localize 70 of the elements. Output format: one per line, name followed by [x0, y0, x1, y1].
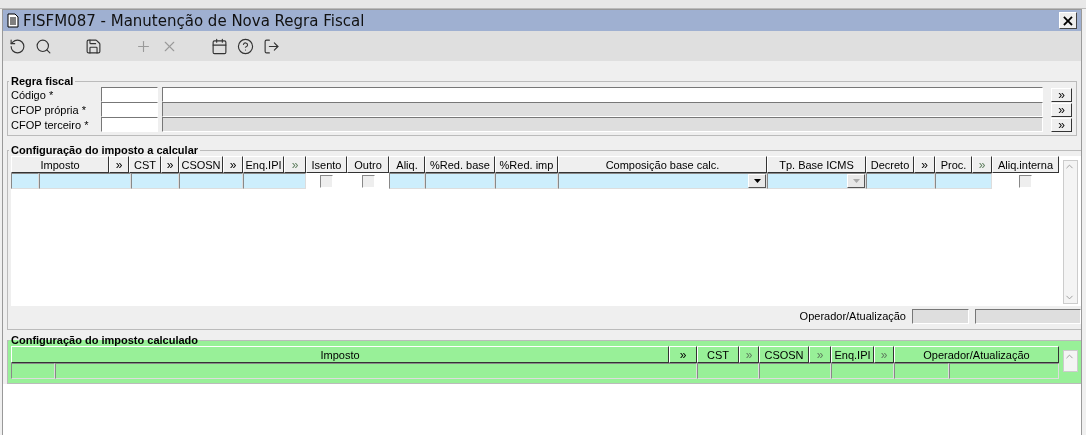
dropdown-field[interactable]	[767, 173, 866, 189]
section-title: Configuração do imposto calculado	[10, 334, 200, 346]
table-cell[interactable]	[697, 363, 759, 379]
column-header[interactable]: Enq.IPI	[831, 346, 874, 363]
column-header[interactable]: Composição base calc.	[558, 156, 767, 173]
lookup-button[interactable]: »	[669, 346, 697, 363]
table-cell[interactable]	[55, 363, 697, 379]
table-cell[interactable]	[131, 173, 179, 189]
lookup-button[interactable]: »	[223, 156, 243, 173]
column-header[interactable]: Aliq.	[389, 156, 425, 173]
table-cell[interactable]	[39, 173, 131, 189]
column-header[interactable]: Operador/Atualização	[894, 346, 1059, 363]
code-field[interactable]	[101, 102, 158, 117]
undo-icon[interactable]	[7, 36, 27, 56]
column-header[interactable]: CST	[697, 346, 739, 363]
window-title: FISFM087 - Manutenção de Nova Regra Fiscal	[23, 11, 366, 30]
column-header[interactable]: Decreto	[866, 156, 914, 173]
table-cell[interactable]	[11, 363, 55, 379]
document-icon	[7, 13, 19, 28]
close-button[interactable]: ×	[1059, 12, 1077, 29]
section-title: Regra fiscal	[10, 75, 75, 87]
scrollbar[interactable]	[1063, 350, 1078, 372]
table-cell[interactable]	[949, 363, 1059, 379]
table-cell[interactable]	[11, 173, 39, 189]
column-header[interactable]: CSOSN	[759, 346, 809, 363]
table-cell[interactable]	[894, 363, 949, 379]
field-label: CFOP terceiro *	[11, 118, 90, 131]
input-field[interactable]	[912, 308, 969, 324]
column-header[interactable]: Proc.	[935, 156, 972, 173]
scrollbar[interactable]	[1063, 160, 1078, 304]
column-header[interactable]: %Red. base	[425, 156, 495, 173]
dropdown-field[interactable]	[558, 173, 767, 189]
table-cell[interactable]	[935, 173, 992, 189]
field-label: Código *	[11, 88, 55, 101]
checkbox[interactable]	[361, 174, 375, 188]
column-header[interactable]: %Red. imp	[495, 156, 558, 173]
table-cell[interactable]	[831, 363, 894, 379]
code-field[interactable]	[101, 87, 158, 102]
column-header[interactable]: Enq.IPI	[243, 156, 284, 173]
column-header[interactable]: CST	[129, 156, 161, 173]
lookup-button[interactable]: »	[914, 156, 935, 173]
exit-icon[interactable]	[261, 36, 281, 56]
checkbox[interactable]	[320, 174, 333, 188]
table-cell[interactable]	[759, 363, 831, 379]
table-cell[interactable]	[495, 173, 558, 189]
table-cell[interactable]	[389, 173, 425, 189]
description-field[interactable]	[162, 87, 1043, 102]
table-cell[interactable]	[425, 173, 495, 189]
column-header[interactable]: Tp. Base ICMS	[767, 156, 866, 173]
column-header[interactable]: Isento	[306, 156, 347, 173]
lookup-button[interactable]: »	[1051, 87, 1072, 102]
save-icon[interactable]	[83, 36, 103, 56]
input-field[interactable]	[975, 308, 1081, 324]
lookup-button[interactable]: »	[109, 156, 129, 173]
table-cell[interactable]	[179, 173, 243, 189]
column-header[interactable]: Imposto	[11, 156, 109, 173]
checkbox[interactable]	[1019, 174, 1032, 188]
column-header[interactable]: Outro	[347, 156, 389, 173]
column-header[interactable]: CSOSN	[179, 156, 223, 173]
field-label: Operador/Atualização	[799, 310, 906, 322]
calendar-icon[interactable]	[209, 36, 229, 56]
field-label: CFOP própria *	[11, 103, 87, 116]
help-icon[interactable]	[235, 36, 255, 56]
code-field[interactable]	[101, 117, 158, 132]
column-header[interactable]: Imposto	[11, 346, 669, 363]
section-title: Configuração do imposto a calcular	[10, 144, 200, 156]
table-cell[interactable]	[243, 173, 306, 189]
lookup-button[interactable]: »	[161, 156, 179, 173]
table-cell[interactable]	[866, 173, 935, 189]
column-header[interactable]: Aliq.interna	[992, 156, 1059, 173]
